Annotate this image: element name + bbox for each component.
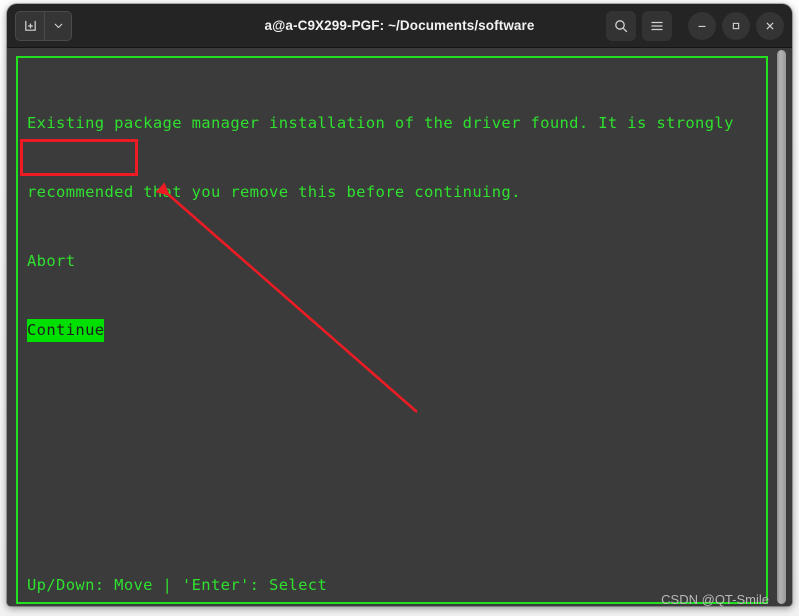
- menu-item-continue-row[interactable]: Continue: [27, 319, 752, 342]
- tui-footer-hint: Up/Down: Move | 'Enter': Select: [27, 576, 328, 594]
- terminal-scrollbar[interactable]: [775, 50, 788, 604]
- terminal-scrollbar-thumb[interactable]: [777, 50, 786, 604]
- minimize-button[interactable]: [688, 11, 716, 40]
- search-icon: [615, 19, 628, 32]
- minimize-icon: [698, 25, 706, 27]
- menu-item-abort[interactable]: Abort: [27, 252, 75, 270]
- hamburger-menu-button[interactable]: [642, 10, 672, 41]
- hamburger-icon: [651, 21, 663, 30]
- terminal-body[interactable]: Existing package manager installation of…: [7, 48, 792, 606]
- tui-content: Existing package manager installation of…: [27, 66, 752, 388]
- watermark: CSDN @QT-Smile: [661, 592, 769, 607]
- screen: a@a-C9X299-PGF: ~/Documents/software Exi…: [0, 0, 799, 616]
- message-line-1: Existing package manager installation of…: [27, 114, 734, 132]
- title-bar-right-controls: [606, 10, 784, 41]
- title-bar: a@a-C9X299-PGF: ~/Documents/software: [7, 4, 792, 48]
- new-tab-icon: [24, 20, 36, 31]
- tab-dropdown-button[interactable]: [44, 10, 72, 41]
- close-icon: [766, 22, 774, 29]
- title-bar-left-controls: [15, 10, 72, 41]
- menu-item-continue[interactable]: Continue: [27, 319, 105, 342]
- maximize-button[interactable]: [722, 11, 750, 40]
- new-tab-button[interactable]: [15, 10, 44, 41]
- close-button[interactable]: [756, 11, 784, 40]
- message-line-2: recommended that you remove this before …: [27, 183, 521, 201]
- search-button[interactable]: [606, 10, 636, 41]
- terminal-window: a@a-C9X299-PGF: ~/Documents/software Exi…: [7, 4, 792, 606]
- maximize-icon: [732, 22, 740, 29]
- chevron-down-icon: [54, 23, 62, 29]
- menu-item-abort-row[interactable]: Abort: [27, 250, 752, 273]
